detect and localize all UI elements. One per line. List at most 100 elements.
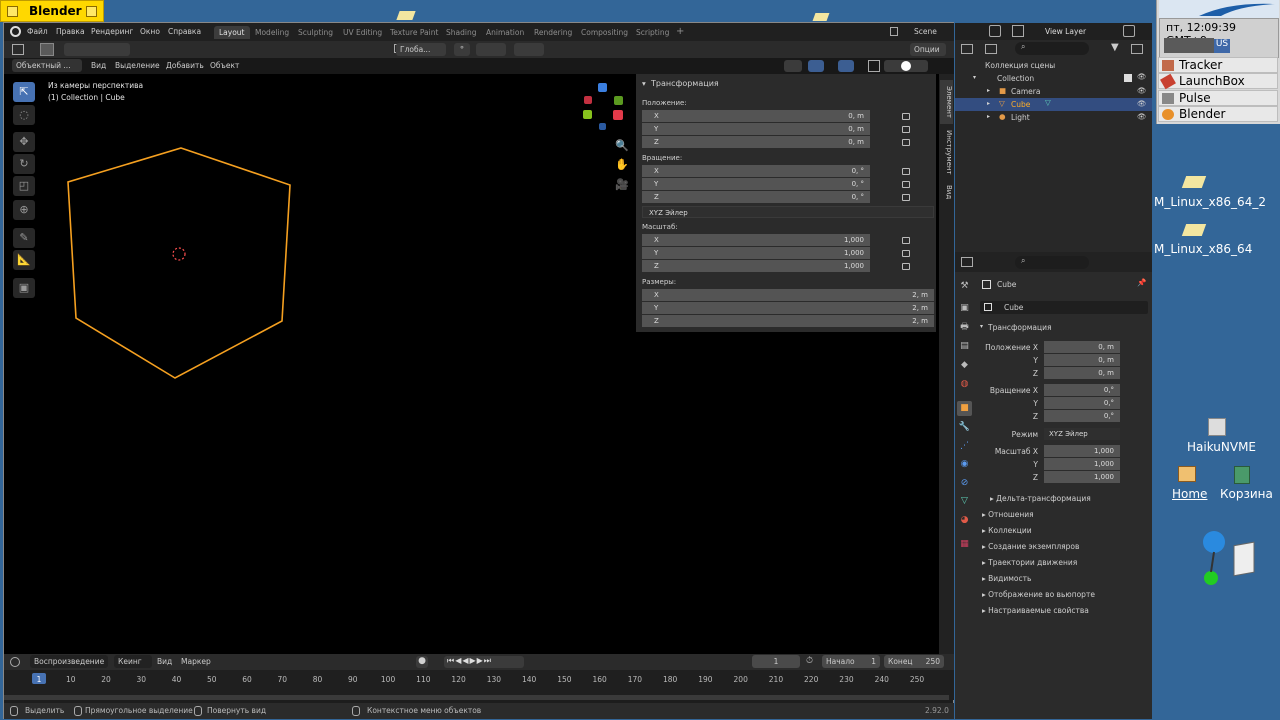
gizmo-x-axis[interactable] [613, 110, 623, 120]
menu-view[interactable]: Вид [154, 655, 175, 668]
tab-texture-paint[interactable]: Texture Paint [385, 26, 443, 39]
visibility-icon[interactable] [784, 60, 802, 72]
lock-icon[interactable] [902, 194, 910, 201]
world-tab-icon[interactable]: ◍ [957, 377, 972, 392]
object-tab-icon[interactable]: ■ [957, 401, 972, 416]
tab-item[interactable]: Элемент [940, 80, 953, 124]
texture-tab-icon[interactable]: ▦ [957, 537, 972, 552]
editor-type-icon[interactable] [10, 657, 20, 667]
prop-location-y[interactable]: 0, m [1044, 354, 1120, 366]
trash-icon[interactable] [1234, 466, 1250, 484]
window-zoom-button[interactable] [86, 6, 97, 17]
eye-icon[interactable]: 👁 [1137, 99, 1147, 108]
new-scene-icon[interactable] [989, 25, 1001, 37]
outliner-row-selected[interactable] [955, 98, 1152, 111]
deskbar-tracker[interactable]: Tracker [1158, 57, 1278, 73]
tab-rendering[interactable]: Rendering [529, 26, 577, 39]
window-close-button[interactable] [7, 6, 18, 17]
prop-scale-x[interactable]: 1,000 [1044, 445, 1120, 457]
constraints-tab-icon[interactable]: ⊘ [957, 476, 972, 491]
visibility-section[interactable]: ▸ Видимость [982, 574, 1031, 583]
options-dropdown[interactable]: Опции [910, 43, 946, 56]
panel-collapse-icon[interactable]: ▾ [642, 79, 646, 88]
menu-select[interactable]: Выделение [112, 59, 163, 72]
eye-icon[interactable]: 👁 [1137, 72, 1147, 81]
desktop-item-haikunvme[interactable]: HaikuNVME [1187, 440, 1256, 454]
deskbar-blender[interactable]: Blender [1158, 106, 1278, 122]
tab-shading[interactable]: Shading [441, 26, 481, 39]
outliner-search-input[interactable]: ⌕ [1015, 42, 1089, 55]
lock-icon[interactable] [902, 263, 910, 270]
delta-transform-section[interactable]: ▸ Дельта-трансформация [990, 494, 1091, 503]
menu-render[interactable]: Рендеринг [91, 27, 133, 36]
filter-icon[interactable]: ▼ [1111, 42, 1119, 53]
eye-icon[interactable]: 👁 [1137, 86, 1147, 95]
rotation-z-field[interactable]: Z 0, ° [642, 191, 870, 203]
editor-type-icon[interactable] [961, 257, 973, 267]
view-layer-tab-icon[interactable]: ▤ [957, 339, 972, 354]
gizmo-z-axis[interactable] [598, 83, 607, 92]
desktop-item-linux-2[interactable]: M_Linux_x86_64_2 [1154, 195, 1266, 209]
drive-icon[interactable] [1208, 418, 1226, 436]
desktop-item-linux[interactable]: M_Linux_x86_64 [1154, 242, 1252, 256]
collections-section[interactable]: ▸ Коллекции [982, 526, 1032, 535]
prop-scale-z[interactable]: 1,000 [1044, 471, 1120, 483]
timeline-scrollbar[interactable] [4, 695, 949, 700]
lock-icon[interactable] [902, 250, 910, 257]
prop-scale-y[interactable]: 1,000 [1044, 458, 1120, 470]
editor-type-icon[interactable] [12, 44, 24, 55]
outliner-item-camera[interactable]: Camera [1011, 87, 1040, 96]
gizmo-y-neg[interactable] [583, 110, 592, 119]
menu-marker[interactable]: Маркер [178, 655, 214, 668]
menu-object[interactable]: Объект [207, 59, 242, 72]
scale-x-field[interactable]: X 1,000 [642, 234, 870, 246]
gizmo-toggle-icon[interactable] [808, 60, 824, 72]
editor-type-icon[interactable] [961, 44, 973, 54]
network-icon[interactable] [1198, 528, 1262, 592]
tool-tab-icon[interactable]: ⚒ [957, 279, 972, 294]
lock-icon[interactable] [902, 139, 910, 146]
prop-location-x[interactable]: 0, m [1044, 341, 1120, 353]
mode-dropdown[interactable]: Объектный ... [12, 59, 82, 72]
instancing-section[interactable]: ▸ Создание экземпляров [982, 542, 1079, 551]
output-tab-icon[interactable]: 🖶 [957, 320, 972, 335]
overlay-toggle-icon[interactable] [838, 60, 854, 72]
expand-arrow-icon[interactable]: ▾ [980, 323, 983, 330]
tray-icons[interactable] [1164, 38, 1214, 53]
lock-icon[interactable] [902, 181, 910, 188]
pivot-icon[interactable]: ⚬ [454, 43, 470, 56]
material-tab-icon[interactable]: ◕ [957, 513, 972, 528]
window-tab[interactable]: Blender [0, 0, 104, 22]
clock-icon[interactable]: ⏱ [806, 656, 813, 666]
lock-icon[interactable] [902, 168, 910, 175]
gizmo-z-neg[interactable] [599, 123, 606, 130]
menu-window[interactable]: Окно [140, 27, 160, 36]
menu-view[interactable]: Вид [88, 59, 109, 72]
zoom-icon[interactable]: 🔍 [615, 139, 629, 152]
rotation-mode-dropdown[interactable]: XYZ Эйлер [642, 206, 934, 218]
dimensions-z-field[interactable]: Z 2, m [642, 315, 934, 327]
viewport-display-section[interactable]: ▸ Отображение во вьюпорте [982, 590, 1095, 599]
outliner-item-light[interactable]: Light [1011, 113, 1030, 122]
expand-arrow-icon[interactable]: ▸ [987, 100, 990, 107]
blender-logo-icon[interactable] [10, 26, 21, 37]
select-mode-buttons[interactable] [64, 43, 130, 56]
eye-icon[interactable]: 👁 [1137, 112, 1147, 121]
keying-dropdown[interactable]: Кеинг [114, 655, 152, 668]
scene-tab-icon[interactable]: ◆ [957, 358, 972, 373]
lock-icon[interactable] [902, 237, 910, 244]
new-collection-icon[interactable] [1131, 44, 1143, 54]
physics-tab-icon[interactable]: ◉ [957, 457, 972, 472]
haiku-leaf-menu[interactable] [1159, 0, 1279, 18]
tab-scripting[interactable]: Scripting [631, 26, 674, 39]
menu-help[interactable]: Справка [168, 27, 201, 36]
desktop-item-home[interactable]: Home [1172, 487, 1207, 501]
snap-buttons[interactable] [476, 43, 506, 56]
prop-rotation-z[interactable]: 0,° [1044, 410, 1120, 422]
proportional-edit-buttons[interactable] [514, 43, 544, 56]
menu-file[interactable]: Файл [27, 27, 48, 36]
expand-arrow-icon[interactable]: ▾ [973, 74, 976, 81]
transform-section-title[interactable]: Трансформация [988, 323, 1051, 332]
expand-arrow-icon[interactable]: ▸ [987, 113, 990, 120]
tab-tool[interactable]: Инструмент [940, 126, 953, 178]
